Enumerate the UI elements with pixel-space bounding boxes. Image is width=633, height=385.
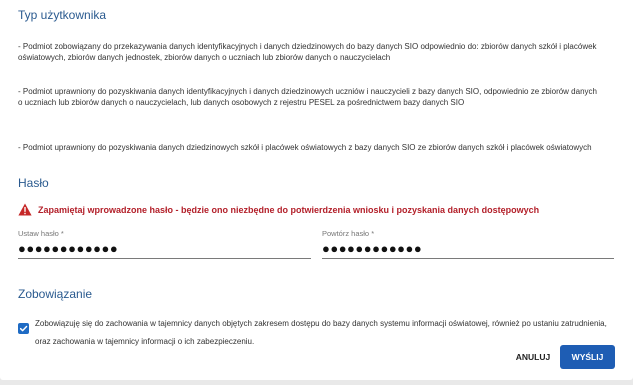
commitment-title: Zobowiązanie	[18, 287, 93, 301]
commitment-checkbox[interactable]	[18, 323, 29, 334]
password-warning: Zapamiętaj wprowadzone hasło - będzie on…	[18, 203, 539, 216]
warning-icon	[18, 203, 32, 216]
repeat-password-label: Powtórz hasło *	[322, 229, 375, 238]
registration-dialog: Typ użytkownika - Podmiot zobowiązany do…	[0, 0, 633, 380]
set-password-label: Ustaw hasło *	[18, 229, 64, 238]
set-password-field[interactable]: Ustaw hasło * ●●●●●●●●●●●●	[18, 227, 311, 259]
user-type-option-2: - Podmiot uprawniony do pozyskiwania dan…	[18, 87, 597, 107]
password-title: Hasło	[18, 176, 49, 190]
user-type-title: Typ użytkownika	[18, 8, 107, 22]
send-button[interactable]: WYŚLIJ	[560, 345, 615, 369]
user-type-option-3: - Podmiot uprawniony do pozyskiwania dan…	[18, 143, 592, 152]
cancel-button[interactable]: ANULUJ	[508, 346, 558, 368]
user-type-option-1: - Podmiot zobowiązany do przekazywania d…	[18, 42, 597, 62]
repeat-password-input[interactable]: ●●●●●●●●●●●●	[322, 242, 614, 256]
set-password-input[interactable]: ●●●●●●●●●●●●	[18, 242, 311, 256]
repeat-password-field[interactable]: Powtórz hasło * ●●●●●●●●●●●●	[322, 227, 614, 259]
check-icon	[19, 325, 28, 332]
password-warning-text: Zapamiętaj wprowadzone hasło - będzie on…	[38, 204, 540, 215]
